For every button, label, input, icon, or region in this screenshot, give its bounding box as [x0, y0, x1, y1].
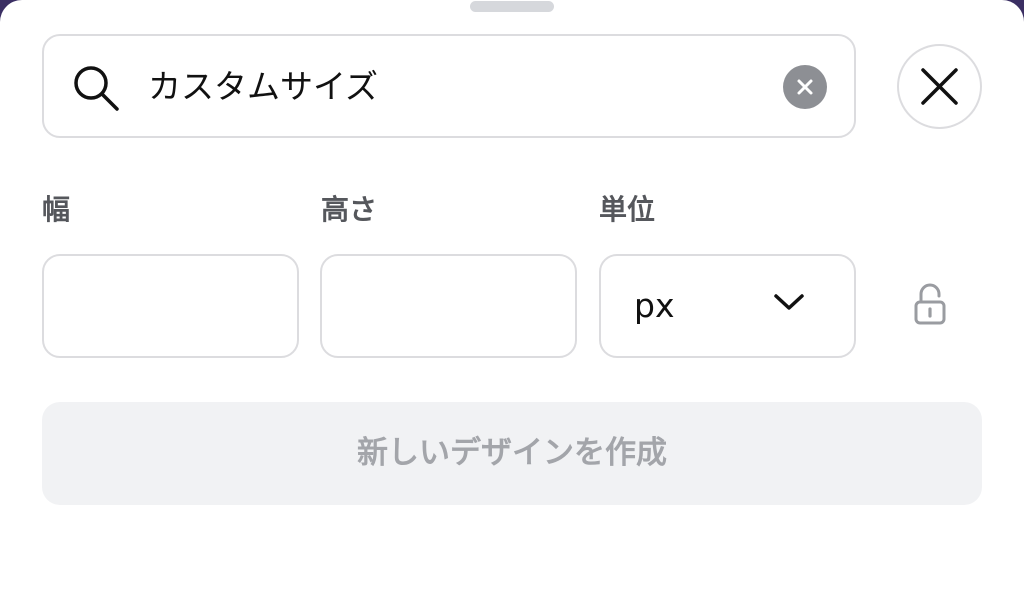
clear-search-button[interactable]	[783, 65, 827, 109]
width-label: 幅	[42, 193, 71, 226]
custom-size-sheet: 幅 高さ 単位 px 新しいデザインを作成	[0, 0, 1024, 590]
search-bar[interactable]	[42, 34, 856, 138]
unit-select[interactable]: px	[599, 254, 856, 358]
search-input[interactable]	[148, 58, 768, 116]
clear-icon	[797, 79, 813, 95]
height-label: 高さ	[321, 193, 378, 226]
sheet-grabber[interactable]	[470, 1, 554, 12]
unit-select-value: px	[634, 286, 675, 325]
create-design-button[interactable]: 新しいデザインを作成	[42, 402, 982, 505]
search-icon	[70, 62, 122, 114]
unit-label: 単位	[599, 193, 656, 226]
unlock-icon	[914, 283, 946, 325]
aspect-lock-button[interactable]	[910, 282, 950, 328]
close-icon	[921, 68, 958, 105]
close-button[interactable]	[897, 44, 982, 129]
chevron-down-icon	[774, 294, 804, 310]
width-input[interactable]	[44, 256, 297, 356]
height-input[interactable]	[322, 256, 575, 356]
height-field[interactable]	[320, 254, 577, 358]
width-field[interactable]	[42, 254, 299, 358]
